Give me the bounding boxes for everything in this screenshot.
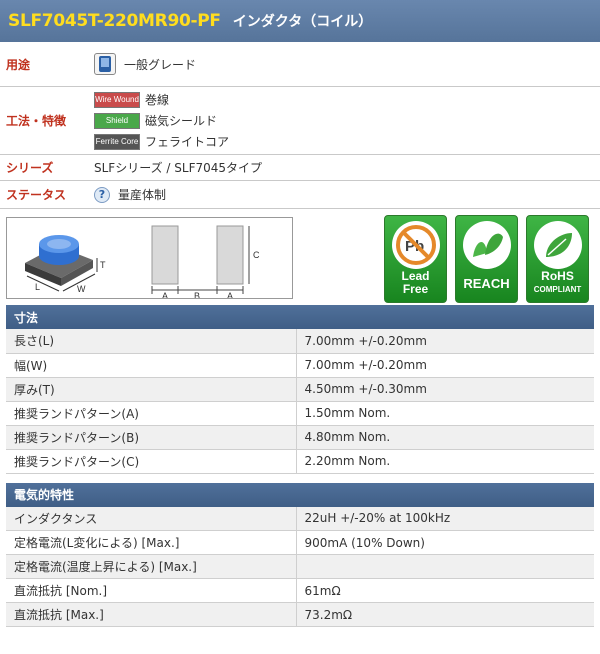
table-row: 推奨ランドパターン(C) 2.20mm Nom. — [6, 449, 594, 474]
spec-name: 推奨ランドパターン(B) — [6, 425, 297, 450]
spec-value: 22uH +/-20% at 100kHz — [296, 506, 594, 531]
question-icon[interactable]: ? — [94, 186, 110, 203]
attr-series: シリーズ SLFシリーズ / SLF7045タイプ — [0, 155, 600, 181]
spec-value: 61mΩ — [296, 578, 594, 603]
table-row: 直流抵抗 [Nom.] 61mΩ — [6, 578, 594, 603]
spec-name: 推奨ランドパターン(C) — [6, 449, 297, 474]
ferrite-core-badge: Ferrite Core — [94, 133, 140, 150]
product-title-bar: SLF7045T-220MR90-PF インダクタ（コイル） — [0, 0, 600, 42]
dimension-diagram: T L W A B A C — [6, 217, 293, 301]
part-number: SLF7045T-220MR90-PF — [8, 11, 221, 31]
spec-name: 定格電流(温度上昇による) [Max.] — [6, 554, 297, 579]
table-row: 定格電流(温度上昇による) [Max.] — [6, 554, 594, 579]
attr-method: 工法・特徴 Wire Wound 巻線 Shield 磁気シールド Ferrit… — [0, 87, 600, 155]
attr-status: ステータス ? 量産体制 — [0, 181, 600, 209]
feature-shield: Shield 磁気シールド — [94, 112, 217, 130]
spec-name: 直流抵抗 [Nom.] — [6, 578, 297, 603]
electrical-table: インダクタンス 22uH +/-20% at 100kHz 定格電流(L変化による… — [6, 506, 594, 627]
table-row: インダクタンス 22uH +/-20% at 100kHz — [6, 506, 594, 531]
spec-value: 7.00mm +/-0.20mm — [296, 329, 594, 354]
spec-name: 直流抵抗 [Max.] — [6, 602, 297, 627]
spec-name: 定格電流(L変化による) [Max.] — [6, 530, 297, 555]
spec-name: インダクタンス — [6, 506, 297, 531]
diagram-label-t: T — [100, 260, 106, 270]
lead-free-badge: Pb Lead Free — [384, 215, 447, 303]
table-row: 推奨ランドパターン(B) 4.80mm Nom. — [6, 425, 594, 450]
table-row: 定格電流(L変化による) [Max.] 900mA (10% Down) — [6, 530, 594, 555]
spec-value: 1.50mm Nom. — [296, 401, 594, 426]
electrical-header: 電気的特性 — [6, 482, 594, 507]
inductor-drawing: T L W A B A C — [25, 225, 260, 301]
attr-status-value: 量産体制 — [118, 188, 167, 202]
table-row: 長さ(L) 7.00mm +/-0.20mm — [6, 329, 594, 354]
attr-status-label: ステータス — [6, 188, 67, 202]
reach-label: REACH — [463, 276, 510, 291]
rohs-line2: COMPLIANT — [533, 285, 582, 294]
spec-name: 厚み(T) — [6, 377, 297, 402]
table-row: 幅(W) 7.00mm +/-0.20mm — [6, 353, 594, 378]
diagram-label-a2: A — [227, 291, 233, 298]
attr-method-label: 工法・特徴 — [6, 114, 67, 128]
attr-series-label: シリーズ — [6, 161, 54, 175]
device-phone-icon — [94, 53, 116, 75]
shield-badge: Shield — [94, 112, 140, 129]
spec-value: 4.50mm +/-0.30mm — [296, 377, 594, 402]
spec-name: 推奨ランドパターン(A) — [6, 401, 297, 426]
feature-text: フェライトコア — [145, 135, 230, 149]
spec-name: 幅(W) — [6, 353, 297, 378]
attr-usage-label: 用途 — [6, 57, 31, 72]
diagram-label-w: W — [77, 284, 86, 294]
reach-badge: REACH — [455, 215, 518, 303]
feature-ferrite-core: Ferrite Core フェライトコア — [94, 133, 229, 151]
product-category: インダクタ（コイル） — [232, 14, 373, 30]
feature-text: 磁気シールド — [145, 114, 218, 128]
table-row: 厚み(T) 4.50mm +/-0.30mm — [6, 377, 594, 402]
spec-value: 73.2mΩ — [296, 602, 594, 627]
table-row: 推奨ランドパターン(A) 1.50mm Nom. — [6, 401, 594, 426]
leaf-icon — [462, 221, 511, 269]
spec-value: 900mA (10% Down) — [296, 530, 594, 555]
rohs-badge: RoHS COMPLIANT — [526, 215, 589, 303]
attr-series-value: SLFシリーズ / SLF7045タイプ — [94, 161, 263, 175]
spec-value — [296, 554, 594, 579]
feature-text: 巻線 — [145, 93, 170, 107]
wire-wound-badge: Wire Wound — [94, 91, 140, 108]
spec-value: 7.00mm +/-0.20mm — [296, 353, 594, 378]
spec-value: 2.20mm Nom. — [296, 449, 594, 474]
table-row: 直流抵抗 [Max.] 73.2mΩ — [6, 602, 594, 627]
product-images: T L W A B A C Pb Lead Free REACH RoHS CO… — [0, 209, 600, 305]
spec-value: 4.80mm Nom. — [296, 425, 594, 450]
pb-crossed-icon: Pb — [391, 221, 440, 269]
feature-wire-wound: Wire Wound 巻線 — [94, 91, 169, 109]
spec-name: 長さ(L) — [6, 329, 297, 354]
certification-badges: Pb Lead Free REACH RoHS COMPLIANT — [384, 215, 589, 303]
diagram-label-a1: A — [162, 291, 168, 298]
diagram-label-l: L — [35, 282, 40, 292]
leaf-icon — [533, 221, 582, 269]
rohs-line1: RoHS — [541, 269, 574, 283]
dimensions-table: 長さ(L) 7.00mm +/-0.20mm 幅(W) 7.00mm +/-0.20… — [6, 329, 594, 474]
diagram-label-c: C — [253, 250, 260, 260]
attr-usage: 用途 一般グレード — [0, 42, 600, 87]
diagram-label-b: B — [194, 291, 200, 298]
dimensions-header: 寸法 — [6, 305, 594, 329]
attr-usage-value: 一般グレード — [124, 57, 197, 72]
lead-free-line2: Free — [402, 282, 429, 296]
